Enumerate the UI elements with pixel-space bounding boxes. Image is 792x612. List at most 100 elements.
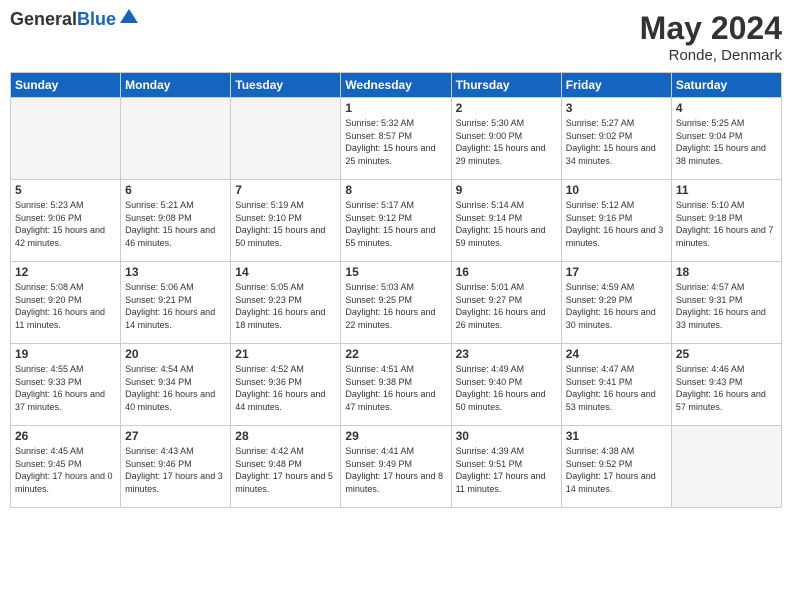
day-number: 6 (125, 183, 226, 197)
day-info: Sunrise: 5:08 AMSunset: 9:20 PMDaylight:… (15, 281, 116, 331)
calendar-day-cell: 15 Sunrise: 5:03 AMSunset: 9:25 PMDayligh… (341, 262, 451, 344)
header-monday: Monday (121, 73, 231, 98)
logo-general-text: GeneralBlue (10, 10, 116, 30)
calendar-week-3: 12 Sunrise: 5:08 AMSunset: 9:20 PMDayligh… (11, 262, 782, 344)
day-number: 15 (345, 265, 446, 279)
calendar-day-cell: 23 Sunrise: 4:49 AMSunset: 9:40 PMDayligh… (451, 344, 561, 426)
calendar-day-cell: 31Sunrise: 4:38 AMSunset: 9:52 PMDayligh… (561, 426, 671, 508)
day-number: 25 (676, 347, 777, 361)
day-number: 11 (676, 183, 777, 197)
calendar-week-4: 19 Sunrise: 4:55 AMSunset: 9:33 PMDayligh… (11, 344, 782, 426)
day-info: Sunrise: 5:10 AMSunset: 9:18 PMDaylight:… (676, 199, 777, 249)
day-info: Sunrise: 4:43 AMSunset: 9:46 PMDaylight:… (125, 445, 226, 495)
calendar-day-cell: 9 Sunrise: 5:14 AMSunset: 9:14 PMDaylight… (451, 180, 561, 262)
header-wednesday: Wednesday (341, 73, 451, 98)
day-number: 16 (456, 265, 557, 279)
day-info: Sunrise: 4:49 AMSunset: 9:40 PMDaylight:… (456, 363, 557, 413)
calendar-day-cell: 26 Sunrise: 4:45 AMSunset: 9:45 PMDayligh… (11, 426, 121, 508)
day-info: Sunrise: 4:46 AMSunset: 9:43 PMDaylight:… (676, 363, 777, 413)
day-info: Sunrise: 4:59 AMSunset: 9:29 PMDaylight:… (566, 281, 667, 331)
calendar-day-cell: 22 Sunrise: 4:51 AMSunset: 9:38 PMDayligh… (341, 344, 451, 426)
day-number: 22 (345, 347, 446, 361)
day-info: Sunrise: 4:51 AMSunset: 9:38 PMDaylight:… (345, 363, 446, 413)
day-number: 19 (15, 347, 116, 361)
day-info: Sunrise: 5:27 AMSunset: 9:02 PMDaylight:… (566, 117, 667, 167)
day-number: 29 (345, 429, 446, 443)
calendar-body: 1Sunrise: 5:32 AMSunset: 8:57 PMDaylight… (11, 98, 782, 508)
day-number: 14 (235, 265, 336, 279)
day-number: 1 (345, 101, 446, 115)
logo: GeneralBlue (10, 10, 140, 30)
day-info: Sunrise: 4:52 AMSunset: 9:36 PMDaylight:… (235, 363, 336, 413)
calendar-day-cell: 19 Sunrise: 4:55 AMSunset: 9:33 PMDayligh… (11, 344, 121, 426)
day-info: Sunrise: 5:14 AMSunset: 9:14 PMDaylight:… (456, 199, 557, 249)
day-number: 18 (676, 265, 777, 279)
calendar-day-cell: 17Sunrise: 4:59 AMSunset: 9:29 PMDayligh… (561, 262, 671, 344)
calendar-day-cell: 4Sunrise: 5:25 AMSunset: 9:04 PMDaylight… (671, 98, 781, 180)
day-number: 12 (15, 265, 116, 279)
calendar-day-cell (11, 98, 121, 180)
calendar-day-cell (671, 426, 781, 508)
calendar-day-cell: 24Sunrise: 4:47 AMSunset: 9:41 PMDayligh… (561, 344, 671, 426)
calendar-day-cell: 30Sunrise: 4:39 AMSunset: 9:51 PMDayligh… (451, 426, 561, 508)
calendar-day-cell: 28 Sunrise: 4:42 AMSunset: 9:48 PMDayligh… (231, 426, 341, 508)
day-number: 4 (676, 101, 777, 115)
header-saturday: Saturday (671, 73, 781, 98)
calendar-table: Sunday Monday Tuesday Wednesday Thursday… (10, 72, 782, 508)
day-number: 30 (456, 429, 557, 443)
header-sunday: Sunday (11, 73, 121, 98)
calendar-week-2: 5Sunrise: 5:23 AMSunset: 9:06 PMDaylight… (11, 180, 782, 262)
day-number: 20 (125, 347, 226, 361)
calendar-day-cell: 6 Sunrise: 5:21 AMSunset: 9:08 PMDaylight… (121, 180, 231, 262)
calendar-day-cell: 29 Sunrise: 4:41 AMSunset: 9:49 PMDayligh… (341, 426, 451, 508)
calendar-location: Ronde, Denmark (640, 47, 782, 64)
day-info: Sunrise: 4:54 AMSunset: 9:34 PMDaylight:… (125, 363, 226, 413)
day-number: 13 (125, 265, 226, 279)
calendar-week-5: 26 Sunrise: 4:45 AMSunset: 9:45 PMDayligh… (11, 426, 782, 508)
day-number: 21 (235, 347, 336, 361)
calendar-day-cell: 11 Sunrise: 5:10 AMSunset: 9:18 PMDayligh… (671, 180, 781, 262)
day-number: 3 (566, 101, 667, 115)
day-info: Sunrise: 4:45 AMSunset: 9:45 PMDaylight:… (15, 445, 116, 495)
calendar-header-row: Sunday Monday Tuesday Wednesday Thursday… (11, 73, 782, 98)
day-info: Sunrise: 5:17 AMSunset: 9:12 PMDaylight:… (345, 199, 446, 249)
day-number: 2 (456, 101, 557, 115)
logo-icon (118, 5, 140, 27)
day-info: Sunrise: 4:41 AMSunset: 9:49 PMDaylight:… (345, 445, 446, 495)
calendar-day-cell: 5Sunrise: 5:23 AMSunset: 9:06 PMDaylight… (11, 180, 121, 262)
day-info: Sunrise: 5:06 AMSunset: 9:21 PMDaylight:… (125, 281, 226, 331)
calendar-day-cell: 2 Sunrise: 5:30 AMSunset: 9:00 PMDaylight… (451, 98, 561, 180)
day-info: Sunrise: 5:03 AMSunset: 9:25 PMDaylight:… (345, 281, 446, 331)
calendar-day-cell: 1Sunrise: 5:32 AMSunset: 8:57 PMDaylight… (341, 98, 451, 180)
calendar-day-cell: 14Sunrise: 5:05 AMSunset: 9:23 PMDayligh… (231, 262, 341, 344)
calendar-page: GeneralBlue May 2024 Ronde, Denmark Sund… (0, 0, 792, 612)
day-info: Sunrise: 5:12 AMSunset: 9:16 PMDaylight:… (566, 199, 667, 249)
day-number: 23 (456, 347, 557, 361)
calendar-day-cell: 8Sunrise: 5:17 AMSunset: 9:12 PMDaylight… (341, 180, 451, 262)
calendar-day-cell: 13 Sunrise: 5:06 AMSunset: 9:21 PMDayligh… (121, 262, 231, 344)
calendar-day-cell: 7 Sunrise: 5:19 AMSunset: 9:10 PMDaylight… (231, 180, 341, 262)
calendar-day-cell: 20 Sunrise: 4:54 AMSunset: 9:34 PMDayligh… (121, 344, 231, 426)
day-info: Sunrise: 5:23 AMSunset: 9:06 PMDaylight:… (15, 199, 116, 249)
day-number: 10 (566, 183, 667, 197)
calendar-day-cell: 3 Sunrise: 5:27 AMSunset: 9:02 PMDaylight… (561, 98, 671, 180)
calendar-day-cell: 25 Sunrise: 4:46 AMSunset: 9:43 PMDayligh… (671, 344, 781, 426)
day-number: 27 (125, 429, 226, 443)
day-number: 26 (15, 429, 116, 443)
calendar-day-cell (231, 98, 341, 180)
day-info: Sunrise: 5:30 AMSunset: 9:00 PMDaylight:… (456, 117, 557, 167)
day-number: 28 (235, 429, 336, 443)
day-info: Sunrise: 4:42 AMSunset: 9:48 PMDaylight:… (235, 445, 336, 495)
day-info: Sunrise: 4:38 AMSunset: 9:52 PMDaylight:… (566, 445, 667, 495)
day-number: 7 (235, 183, 336, 197)
calendar-day-cell: 21 Sunrise: 4:52 AMSunset: 9:36 PMDayligh… (231, 344, 341, 426)
day-number: 9 (456, 183, 557, 197)
header-friday: Friday (561, 73, 671, 98)
calendar-day-cell: 27 Sunrise: 4:43 AMSunset: 9:46 PMDayligh… (121, 426, 231, 508)
header-tuesday: Tuesday (231, 73, 341, 98)
calendar-day-cell: 10 Sunrise: 5:12 AMSunset: 9:16 PMDayligh… (561, 180, 671, 262)
day-info: Sunrise: 5:21 AMSunset: 9:08 PMDaylight:… (125, 199, 226, 249)
calendar-title: May 2024 (640, 10, 782, 47)
day-info: Sunrise: 5:19 AMSunset: 9:10 PMDaylight:… (235, 199, 336, 249)
day-info: Sunrise: 4:55 AMSunset: 9:33 PMDaylight:… (15, 363, 116, 413)
